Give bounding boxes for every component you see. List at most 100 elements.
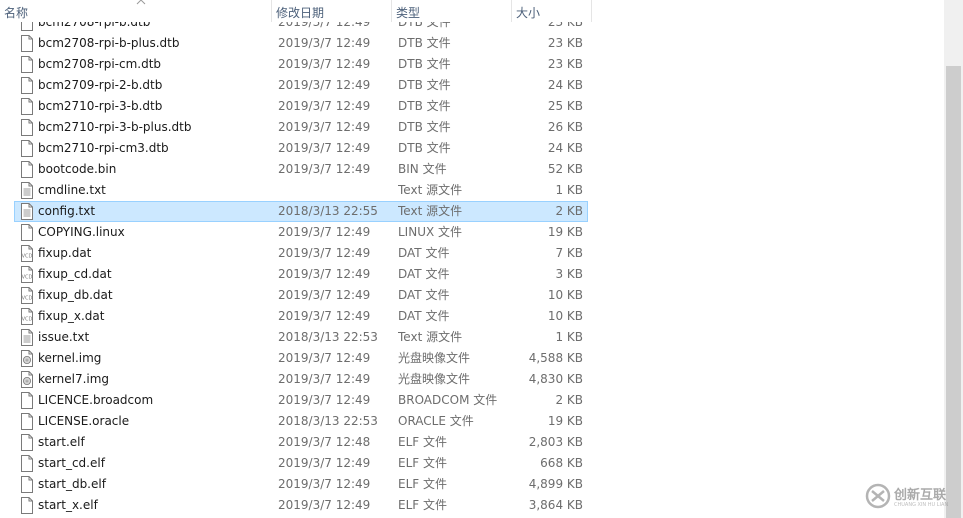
- svg-text:VCD: VCD: [22, 254, 33, 260]
- svg-text:VCD: VCD: [22, 317, 33, 323]
- file-size: 1 KB: [555, 183, 583, 197]
- file-type: DTB 文件: [398, 120, 451, 134]
- file-row[interactable]: bcm2710-rpi-3-b-plus.dtb 2019/3/7 12:49 DT…: [14, 117, 588, 138]
- column-header-date-label: 修改日期: [276, 6, 325, 20]
- generic-file-icon: [20, 455, 34, 472]
- file-row[interactable]: LICENSE.oracle 2018/3/13 22:53 ORACLE 文件 19…: [14, 411, 588, 432]
- file-row[interactable]: kernel7.img 2019/3/7 12:49 光盘映像文件 4,830 KB: [14, 369, 588, 390]
- file-type: ELF 文件: [398, 435, 447, 449]
- file-row[interactable]: issue.txt 2018/3/13 22:53 Text 源文件 1 KB: [14, 327, 588, 348]
- file-row[interactable]: bootcode.bin 2019/3/7 12:49 BIN 文件 52 KB: [14, 159, 588, 180]
- file-size: 7 KB: [555, 246, 583, 260]
- file-row[interactable]: cmdline.txt Text 源文件 1 KB: [14, 180, 588, 201]
- file-row[interactable]: bcm2710-rpi-3-b.dtb 2019/3/7 12:49 DTB 文件 2…: [14, 96, 588, 117]
- file-row[interactable]: bcm2709-rpi-2-b.dtb 2019/3/7 12:49 DTB 文件 2…: [14, 75, 588, 96]
- file-name: start_db.elf: [38, 477, 106, 491]
- watermark-text: 创新互联: [894, 488, 947, 503]
- file-list: bcm2708-rpi-b.dtb 2019/3/7 12:49 DTB 文件 23 …: [0, 0, 944, 518]
- file-row[interactable]: VCD fixup.dat 2019/3/7 12:49 DAT 文件 7 KB: [14, 243, 588, 264]
- file-row[interactable]: start_db.elf 2019/3/7 12:49 ELF 文件 4,899 KB: [14, 474, 588, 495]
- file-size: 19 KB: [547, 225, 583, 239]
- file-size: 3 KB: [555, 267, 583, 281]
- file-date: 2019/3/7 12:48: [278, 435, 371, 449]
- file-row[interactable]: bcm2710-rpi-cm3.dtb 2019/3/7 12:49 DTB 文件 2…: [14, 138, 588, 159]
- file-type: DTB 文件: [398, 36, 451, 50]
- column-header-type-label: 类型: [396, 6, 421, 20]
- file-size: 1 KB: [555, 330, 583, 344]
- file-size: 2 KB: [555, 204, 583, 218]
- column-header-size[interactable]: 大小: [512, 0, 592, 22]
- file-date: 2019/3/7 12:49: [278, 162, 371, 176]
- file-name: bcm2709-rpi-2-b.dtb: [38, 78, 163, 92]
- file-row[interactable]: VCD fixup_db.dat 2019/3/7 12:49 DAT 文件 10 KB: [14, 285, 588, 306]
- generic-file-icon: [20, 434, 34, 451]
- file-date: [278, 181, 398, 200]
- column-header: 名称 修改日期 类型 大小: [0, 0, 944, 22]
- file-type: DTB 文件: [398, 57, 451, 71]
- file-type: 光盘映像文件: [398, 351, 471, 365]
- file-type: BIN 文件: [398, 162, 447, 176]
- file-name: start.elf: [38, 435, 85, 449]
- file-type: Text 源文件: [398, 183, 463, 197]
- file-type: ELF 文件: [398, 498, 447, 512]
- file-type: DAT 文件: [398, 309, 450, 323]
- generic-file-icon: [20, 224, 34, 241]
- file-name: fixup.dat: [38, 246, 92, 260]
- disc-image-icon: [20, 350, 34, 367]
- file-row[interactable]: bcm2708-rpi-cm.dtb 2019/3/7 12:49 DTB 文件 23…: [14, 54, 588, 75]
- file-type: LINUX 文件: [398, 225, 463, 239]
- file-size: 10 KB: [547, 309, 583, 323]
- file-row[interactable]: LICENCE.broadcom 2019/3/7 12:49 BROADCOM 文…: [14, 390, 588, 411]
- generic-file-icon: [20, 476, 34, 493]
- watermark-logo-icon: [865, 483, 891, 509]
- file-size: 24 KB: [547, 78, 583, 92]
- file-size: 2,803 KB: [528, 435, 583, 449]
- file-row[interactable]: kernel.img 2019/3/7 12:49 光盘映像文件 4,588 KB: [14, 348, 588, 369]
- file-name: bcm2708-rpi-b-plus.dtb: [38, 36, 180, 50]
- file-type: ELF 文件: [398, 456, 447, 470]
- text-file-icon: [20, 329, 34, 346]
- file-size: 23 KB: [547, 57, 583, 71]
- scrollbar-thumb[interactable]: [946, 66, 961, 518]
- file-row[interactable]: bcm2708-rpi-b-plus.dtb 2019/3/7 12:49 DTB …: [14, 33, 588, 54]
- file-row[interactable]: start_x.elf 2019/3/7 12:49 ELF 文件 3,864 KB: [14, 495, 588, 516]
- file-size: 668 KB: [540, 456, 583, 470]
- file-name: bcm2708-rpi-cm.dtb: [38, 57, 162, 71]
- file-name: LICENSE.oracle: [38, 414, 130, 428]
- column-header-type[interactable]: 类型: [392, 0, 512, 22]
- watermark-logo: 创新互联 CHUANG XIN HU LIAN: [862, 478, 962, 516]
- file-row[interactable]: VCD fixup_cd.dat 2019/3/7 12:49 DAT 文件 3 KB: [14, 264, 588, 285]
- file-row[interactable]: config.txt 2018/3/13 22:55 Text 源文件 2 KB: [14, 201, 588, 222]
- file-size: 4,899 KB: [528, 477, 583, 491]
- file-name: fixup_x.dat: [38, 309, 105, 323]
- text-file-icon: [20, 182, 34, 199]
- file-type: DAT 文件: [398, 246, 450, 260]
- generic-file-icon: [20, 56, 34, 73]
- file-size: 4,830 KB: [528, 372, 583, 386]
- vertical-scrollbar[interactable]: [944, 0, 963, 518]
- file-name: fixup_db.dat: [38, 288, 113, 302]
- file-date: 2019/3/7 12:49: [278, 120, 371, 134]
- file-date: 2019/3/7 12:49: [278, 246, 371, 260]
- file-row[interactable]: start.elf 2019/3/7 12:48 ELF 文件 2,803 KB: [14, 432, 588, 453]
- vcd-file-icon: VCD: [20, 287, 34, 304]
- disc-image-icon: [20, 371, 34, 388]
- file-name: COPYING.linux: [38, 225, 125, 239]
- file-date: 2018/3/13 22:53: [278, 414, 378, 428]
- generic-file-icon: [20, 413, 34, 430]
- generic-file-icon: [20, 161, 34, 178]
- generic-file-icon: [20, 140, 34, 157]
- generic-file-icon: [20, 77, 34, 94]
- file-name: LICENCE.broadcom: [38, 393, 154, 407]
- file-size: 25 KB: [547, 99, 583, 113]
- file-type: ORACLE 文件: [398, 414, 474, 428]
- file-type: Text 源文件: [398, 204, 463, 218]
- column-header-date[interactable]: 修改日期: [272, 0, 392, 22]
- column-header-name[interactable]: 名称: [0, 0, 272, 22]
- file-row[interactable]: VCD fixup_x.dat 2019/3/7 12:49 DAT 文件 10 KB: [14, 306, 588, 327]
- file-row[interactable]: start_cd.elf 2019/3/7 12:49 ELF 文件 668 KB: [14, 453, 588, 474]
- file-date: 2019/3/7 12:49: [278, 288, 371, 302]
- file-type: Text 源文件: [398, 330, 463, 344]
- file-name: fixup_cd.dat: [38, 267, 112, 281]
- file-row[interactable]: COPYING.linux 2019/3/7 12:49 LINUX 文件 19 KB: [14, 222, 588, 243]
